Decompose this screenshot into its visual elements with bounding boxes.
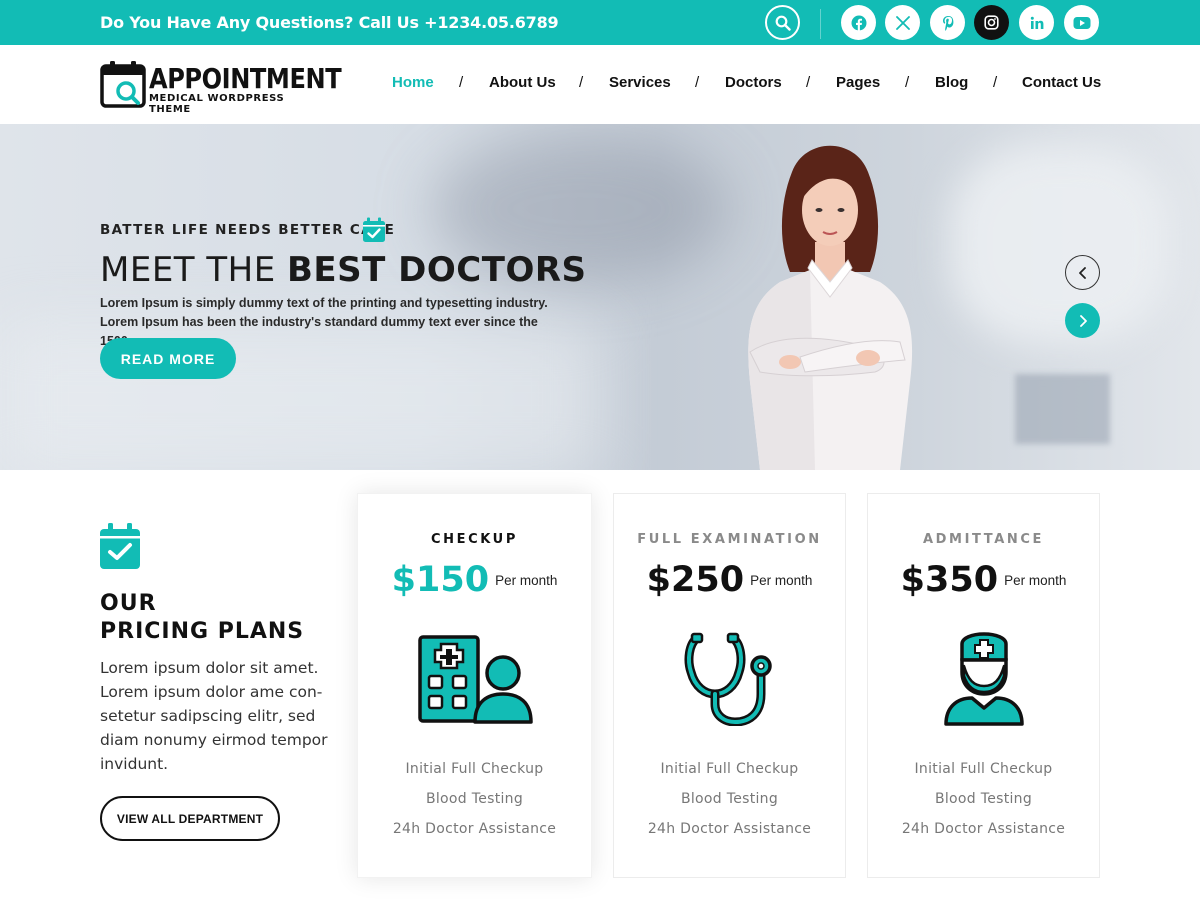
pinterest-link[interactable] <box>930 5 965 40</box>
hero-background <box>950 144 1170 344</box>
plan-price-row: $250 Per month <box>614 560 845 600</box>
linkedin-icon <box>1030 16 1043 29</box>
linkedin-link[interactable] <box>1019 5 1054 40</box>
pricing-card-full-examination[interactable]: FULL EXAMINATION $250 Per month Initial F… <box>613 493 846 878</box>
youtube-link[interactable] <box>1064 5 1099 40</box>
plan-feature: 24h Doctor Assistance <box>647 821 812 837</box>
plan-period: Per month <box>1004 572 1067 588</box>
hero-slider: BATTER LIFE NEEDS BETTER CARE MEET THE B… <box>0 124 1200 470</box>
plan-feature: Initial Full Checkup <box>660 761 799 777</box>
logo-subtitle: MEDICAL WORDPRESS THEME <box>149 93 285 115</box>
chevron-left-icon <box>1078 266 1086 279</box>
site-header: APPOINTMENT MEDICAL WORDPRESS THEME Home… <box>0 45 1200 124</box>
hospital-patient-icon <box>417 635 533 724</box>
nav-separator: / <box>905 74 910 91</box>
x-icon <box>895 15 910 30</box>
plan-feature: Initial Full Checkup <box>914 761 1053 777</box>
instagram-link[interactable] <box>974 5 1009 40</box>
doctor-icon <box>943 632 1024 726</box>
plan-feature: Blood Testing <box>934 791 1033 807</box>
view-all-department-button[interactable]: VIEW ALL DEPARTMENT <box>100 796 280 841</box>
hero-headline-bold: BEST DOCTORS <box>287 250 587 290</box>
nav-contact-us[interactable]: Contact Us <box>1022 74 1101 91</box>
pricing-description: Lorem ipsum dolor sit amet. Lorem ipsum … <box>100 659 328 773</box>
nav-home[interactable]: Home <box>392 74 434 91</box>
plan-feature: 24h Doctor Assistance <box>901 821 1066 837</box>
pricing-title-line2: PRICING PLANS <box>100 619 305 644</box>
nav-separator: / <box>806 74 811 91</box>
hero-headline: MEET THE BEST DOCTORS <box>100 250 587 290</box>
pricing-card-admittance[interactable]: ADMITTANCE $350 Per month Initial Full Ch… <box>867 493 1100 878</box>
hero-headline-light: MEET THE <box>100 250 276 290</box>
x-link[interactable] <box>885 5 920 40</box>
plan-price: $250 <box>646 560 745 600</box>
plan-period: Per month <box>495 572 558 588</box>
pricing-title: OUR PRICING PLANS <box>100 590 304 646</box>
search-button[interactable] <box>765 5 800 40</box>
nav-separator: / <box>993 74 998 91</box>
nav-pages[interactable]: Pages <box>836 74 880 91</box>
instagram-icon <box>984 15 999 30</box>
plan-feature: Blood Testing <box>425 791 524 807</box>
calendar-check-icon <box>363 217 385 242</box>
doctor-photo <box>720 132 930 470</box>
plan-name: FULL EXAMINATION <box>637 532 822 547</box>
search-icon <box>775 15 791 31</box>
plan-price-row: $350 Per month <box>868 560 1099 600</box>
youtube-icon <box>1073 16 1090 29</box>
plan-period: Per month <box>750 572 813 588</box>
calendar-check-icon <box>100 523 140 569</box>
plan-price: $150 <box>391 560 490 600</box>
pinterest-icon <box>942 15 953 31</box>
nav-about-us[interactable]: About Us <box>489 74 556 91</box>
pricing-title-line1: OUR <box>100 591 157 616</box>
slider-next-button[interactable] <box>1065 303 1100 338</box>
facebook-icon <box>851 15 866 30</box>
slider-prev-button[interactable] <box>1065 255 1100 290</box>
chevron-right-icon <box>1079 314 1087 327</box>
logo-title: APPOINTMENT <box>149 62 342 95</box>
plan-name: CHECKUP <box>431 532 518 547</box>
plan-name: ADMITTANCE <box>922 532 1044 547</box>
top-bar: Do You Have Any Questions? Call Us +1234… <box>0 0 1200 45</box>
stethoscope-icon <box>684 632 772 726</box>
calendar-search-icon <box>100 61 146 108</box>
nav-separator: / <box>579 74 584 91</box>
nav-separator: / <box>695 74 700 91</box>
plan-feature: 24h Doctor Assistance <box>392 821 557 837</box>
nav-services[interactable]: Services <box>609 74 671 91</box>
facebook-link[interactable] <box>841 5 876 40</box>
nav-separator: / <box>459 74 464 91</box>
plan-feature: Blood Testing <box>680 791 779 807</box>
site-logo[interactable]: APPOINTMENT MEDICAL WORDPRESS THEME <box>100 60 342 115</box>
nav-blog[interactable]: Blog <box>935 74 968 91</box>
doctor-illustration <box>748 145 913 470</box>
contact-question: Do You Have Any Questions? Call Us +1234… <box>100 13 559 32</box>
hero-tagline: BATTER LIFE NEEDS BETTER CARE <box>100 222 396 238</box>
nav-doctors[interactable]: Doctors <box>725 74 782 91</box>
read-more-button[interactable]: READ MORE <box>100 338 236 379</box>
pricing-card-checkup[interactable]: CHECKUP $150 Per month Initial Full Check… <box>357 493 592 878</box>
plan-price-row: $150 Per month <box>358 560 591 600</box>
plan-feature: Initial Full Checkup <box>405 761 544 777</box>
plan-price: $350 <box>900 560 999 600</box>
hero-background <box>1015 374 1110 444</box>
topbar-divider <box>820 9 821 39</box>
